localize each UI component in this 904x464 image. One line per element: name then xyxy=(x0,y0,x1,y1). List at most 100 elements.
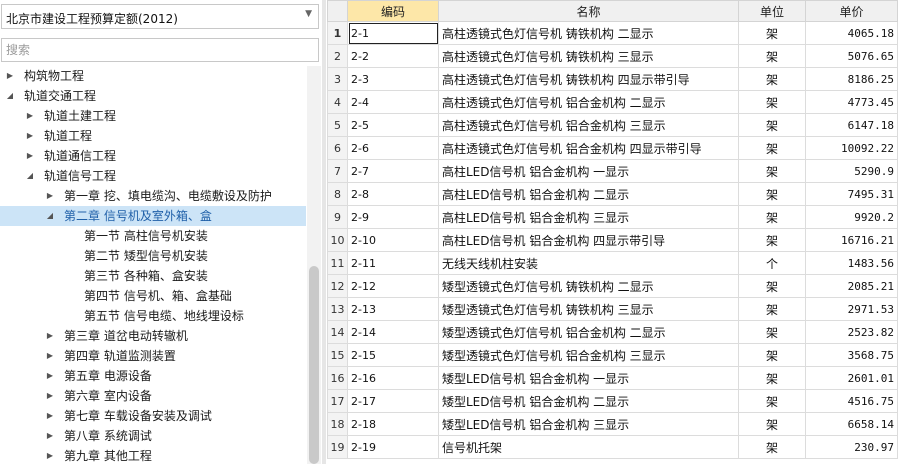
tree-node[interactable]: ▶ 轨道通信工程 xyxy=(0,146,306,166)
unit-cell[interactable]: 架 xyxy=(738,44,806,68)
row-number-cell[interactable]: 13 xyxy=(327,297,348,321)
code-cell[interactable]: 2-16 xyxy=(347,366,439,390)
tree-node[interactable]: ◢ 轨道信号工程 xyxy=(0,166,306,186)
price-cell[interactable]: 5290.9 xyxy=(805,159,898,183)
tree-node[interactable]: ▶ 轨道工程 xyxy=(0,126,306,146)
tree-scrollbar-thumb[interactable] xyxy=(309,266,319,464)
name-cell[interactable]: 无线天线机柱安装 xyxy=(438,251,739,275)
expand-arrow-icon[interactable]: ▶ xyxy=(44,426,56,446)
tree-node[interactable]: ▶ 第六章 室内设备 xyxy=(0,386,306,406)
table-row[interactable]: 3 2-3 高柱透镜式色灯信号机 铸铁机构 四显示带引导架 8186.25 xyxy=(327,67,898,91)
collapse-arrow-icon[interactable]: ◢ xyxy=(44,206,56,226)
row-number-cell[interactable]: 15 xyxy=(327,343,348,367)
expand-arrow-icon[interactable]: ▶ xyxy=(44,406,56,426)
tree-node[interactable]: ▶ 第七章 车载设备安装及调试 xyxy=(0,406,306,426)
code-column-header[interactable]: 编码 xyxy=(347,0,439,22)
code-cell[interactable]: 2-10 xyxy=(347,228,439,252)
name-cell[interactable]: 矮型透镜式色灯信号机 铸铁机构 二显示 xyxy=(438,274,739,298)
code-cell[interactable]: 2-15 xyxy=(347,343,439,367)
price-cell[interactable]: 8186.25 xyxy=(805,67,898,91)
row-number-cell[interactable]: 3 xyxy=(327,67,348,91)
price-cell[interactable]: 5076.65 xyxy=(805,44,898,68)
row-number-cell[interactable]: 6 xyxy=(327,136,348,160)
table-row[interactable]: 8 2-8 高柱LED信号机 铝合金机构 二显示架 7495.31 xyxy=(327,182,898,206)
tree-node[interactable]: ▶ 第九章 其他工程 xyxy=(0,446,306,464)
tree-node[interactable]: 第五节 信号电缆、地线埋设标 xyxy=(0,306,306,326)
collapse-arrow-icon[interactable]: ◢ xyxy=(24,166,36,186)
name-cell[interactable]: 矮型LED信号机 铝合金机构 二显示 xyxy=(438,389,739,413)
unit-cell[interactable]: 架 xyxy=(738,113,806,137)
name-cell[interactable]: 高柱LED信号机 铝合金机构 三显示 xyxy=(438,205,739,229)
unit-cell[interactable]: 架 xyxy=(738,228,806,252)
code-cell[interactable]: 2-2 xyxy=(347,44,439,68)
price-cell[interactable]: 4065.18 xyxy=(805,21,898,45)
price-cell[interactable]: 6147.18 xyxy=(805,113,898,137)
tree-scrollbar[interactable] xyxy=(307,66,321,464)
row-number-cell[interactable]: 1 xyxy=(327,21,348,45)
row-number-cell[interactable]: 2 xyxy=(327,44,348,68)
name-cell[interactable]: 矮型透镜式色灯信号机 铝合金机构 二显示 xyxy=(438,320,739,344)
table-row[interactable]: 15 2-15 矮型透镜式色灯信号机 铝合金机构 三显示架 3568.75 xyxy=(327,343,898,367)
name-cell[interactable]: 高柱透镜式色灯信号机 铝合金机构 三显示 xyxy=(438,113,739,137)
expand-arrow-icon[interactable]: ▶ xyxy=(44,366,56,386)
name-cell[interactable]: 矮型LED信号机 铝合金机构 一显示 xyxy=(438,366,739,390)
expand-arrow-icon[interactable]: ▶ xyxy=(24,106,36,126)
row-number-cell[interactable]: 5 xyxy=(327,113,348,137)
tree-node[interactable]: ▶ 第四章 轨道监测装置 xyxy=(0,346,306,366)
unit-cell[interactable]: 架 xyxy=(738,297,806,321)
price-cell[interactable]: 10092.22 xyxy=(805,136,898,160)
price-cell[interactable]: 4773.45 xyxy=(805,90,898,114)
expand-arrow-icon[interactable]: ▶ xyxy=(24,126,36,146)
unit-cell[interactable]: 架 xyxy=(738,182,806,206)
name-cell[interactable]: 高柱透镜式色灯信号机 铝合金机构 二显示 xyxy=(438,90,739,114)
row-number-cell[interactable]: 14 xyxy=(327,320,348,344)
table-row[interactable]: 1 2-1 高柱透镜式色灯信号机 铸铁机构 二显示架 4065.18 xyxy=(327,21,898,45)
code-cell[interactable]: 2-9 xyxy=(347,205,439,229)
tree-node[interactable]: 第四节 信号机、箱、盒基础 xyxy=(0,286,306,306)
name-cell[interactable]: 高柱LED信号机 铝合金机构 一显示 xyxy=(438,159,739,183)
row-number-cell[interactable]: 10 xyxy=(327,228,348,252)
price-column-header[interactable]: 单价 xyxy=(805,0,898,22)
tree-node[interactable]: ▶ 构筑物工程 xyxy=(0,66,306,86)
name-cell[interactable]: 高柱透镜式色灯信号机 铝合金机构 四显示带引导 xyxy=(438,136,739,160)
code-cell[interactable]: 2-4 xyxy=(347,90,439,114)
tree-node[interactable]: 第二节 矮型信号机安装 xyxy=(0,246,306,266)
collapse-arrow-icon[interactable]: ◢ xyxy=(4,86,16,106)
code-cell[interactable]: 2-11 xyxy=(347,251,439,275)
table-row[interactable]: 10 2-10 高柱LED信号机 铝合金机构 四显示带引导架 16716.21 xyxy=(327,228,898,252)
name-cell[interactable]: 矮型透镜式色灯信号机 铝合金机构 三显示 xyxy=(438,343,739,367)
price-cell[interactable]: 1483.56 xyxy=(805,251,898,275)
unit-cell[interactable]: 架 xyxy=(738,366,806,390)
table-row[interactable]: 6 2-6 高柱透镜式色灯信号机 铝合金机构 四显示带引导架 10092.22 xyxy=(327,136,898,160)
table-row[interactable]: 17 2-17 矮型LED信号机 铝合金机构 二显示架 4516.75 xyxy=(327,389,898,413)
unit-column-header[interactable]: 单位 xyxy=(738,0,806,22)
row-number-cell[interactable]: 11 xyxy=(327,251,348,275)
unit-cell[interactable]: 架 xyxy=(738,159,806,183)
table-row[interactable]: 7 2-7 高柱LED信号机 铝合金机构 一显示架 5290.9 xyxy=(327,159,898,183)
name-cell[interactable]: 高柱透镜式色灯信号机 铸铁机构 二显示 xyxy=(438,21,739,45)
price-cell[interactable]: 6658.14 xyxy=(805,412,898,436)
name-cell[interactable]: 矮型LED信号机 铝合金机构 三显示 xyxy=(438,412,739,436)
row-number-cell[interactable]: 18 xyxy=(327,412,348,436)
table-row[interactable]: 11 2-11 无线天线机柱安装个 1483.56 xyxy=(327,251,898,275)
row-number-cell[interactable]: 4 xyxy=(327,90,348,114)
table-row[interactable]: 16 2-16 矮型LED信号机 铝合金机构 一显示架 2601.01 xyxy=(327,366,898,390)
table-row[interactable]: 13 2-13 矮型透镜式色灯信号机 铸铁机构 三显示架 2971.53 xyxy=(327,297,898,321)
tree-node[interactable]: 第三节 各种箱、盒安装 xyxy=(0,266,306,286)
quota-library-dropdown[interactable]: 北京市建设工程预算定额(2012) ▼ xyxy=(1,4,319,29)
expand-arrow-icon[interactable]: ▶ xyxy=(44,386,56,406)
search-input[interactable] xyxy=(1,38,319,62)
name-cell[interactable]: 信号机托架 xyxy=(438,435,739,459)
unit-cell[interactable]: 架 xyxy=(738,67,806,91)
code-cell[interactable]: 2-6 xyxy=(347,136,439,160)
unit-cell[interactable]: 架 xyxy=(738,343,806,367)
table-row[interactable]: 12 2-12 矮型透镜式色灯信号机 铸铁机构 二显示架 2085.21 xyxy=(327,274,898,298)
name-cell[interactable]: 高柱LED信号机 铝合金机构 四显示带引导 xyxy=(438,228,739,252)
code-cell[interactable]: 2-5 xyxy=(347,113,439,137)
price-cell[interactable]: 7495.31 xyxy=(805,182,898,206)
code-cell[interactable]: 2-19 xyxy=(347,435,439,459)
price-cell[interactable]: 2523.82 xyxy=(805,320,898,344)
panel-splitter[interactable] xyxy=(322,0,326,464)
name-cell[interactable]: 高柱透镜式色灯信号机 铸铁机构 四显示带引导 xyxy=(438,67,739,91)
table-row[interactable]: 14 2-14 矮型透镜式色灯信号机 铝合金机构 二显示架 2523.82 xyxy=(327,320,898,344)
